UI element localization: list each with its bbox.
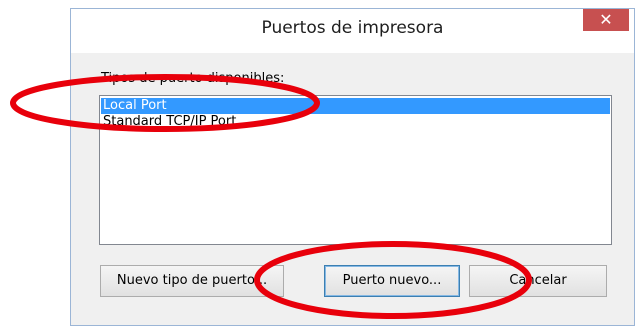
cancel-button[interactable]: Cancelar: [469, 265, 607, 297]
printer-ports-dialog: Puertos de impresora ✕ Tipos de puerto d…: [70, 8, 635, 326]
title-bar[interactable]: Puertos de impresora ✕: [71, 9, 634, 53]
window-title: Puertos de impresora: [261, 18, 444, 38]
list-item-standard-tcpip-port[interactable]: Standard TCP/IP Port: [101, 114, 610, 130]
close-icon: ✕: [599, 10, 613, 29]
new-port-button[interactable]: Puerto nuevo...: [324, 265, 460, 297]
new-port-type-button[interactable]: Nuevo tipo de puerto...: [100, 265, 284, 297]
port-types-label: Tipos de puerto disponibles:: [101, 71, 285, 86]
close-button[interactable]: ✕: [583, 9, 629, 31]
port-types-listbox[interactable]: Local Port Standard TCP/IP Port: [99, 95, 612, 245]
list-item-local-port[interactable]: Local Port: [101, 98, 610, 114]
screenshot-stage: Puertos de impresora ✕ Tipos de puerto d…: [0, 0, 637, 328]
